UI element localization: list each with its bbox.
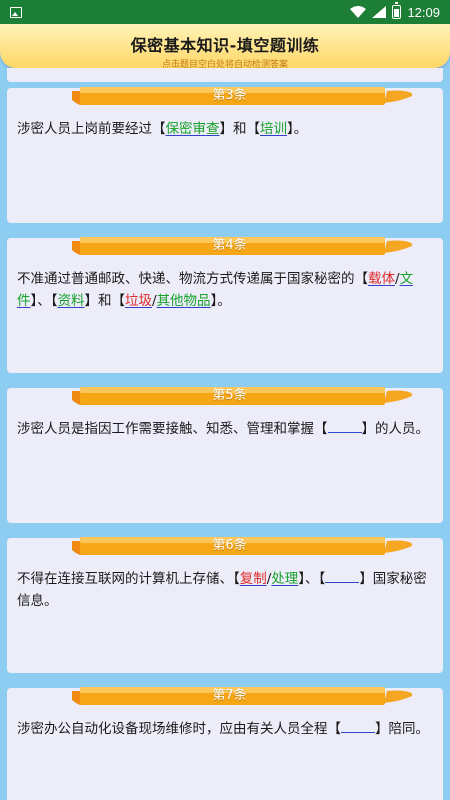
question-text: 不得在连接互联网的计算机上存储、【复制/处理】、【 】国家秘密信息。 bbox=[17, 568, 437, 612]
question-fragment: 】的人员。 bbox=[361, 421, 430, 437]
question-list[interactable]: 第3条 涉密人员上岗前要经过【保密审查】和【培训】。 第4条 不准通过普通邮政、快递、… bbox=[0, 68, 450, 800]
status-right: 12:09 bbox=[350, 2, 440, 20]
question-fragment: 】和【 bbox=[84, 293, 126, 309]
question-card[interactable]: 第4条不准通过普通邮政、快递、物流方式传递属于国家秘密的【载体/文件】、【资料】… bbox=[7, 235, 443, 373]
page-title: 保密基本知识-填空题训练 bbox=[130, 36, 320, 55]
question-text: 涉密办公自动化设备现场维修时，应由有关人员全程【 】陪同。 bbox=[17, 718, 437, 740]
question-fragment: 不准通过普通邮政、快递、物流方式传递属于国家秘密的【 bbox=[17, 271, 368, 287]
question-text: 涉密人员是指因工作需要接触、知悉、管理和掌握【 】的人员。 bbox=[17, 418, 437, 440]
status-bar: 12:09 bbox=[0, 0, 450, 24]
previous-card-partial bbox=[7, 68, 443, 82]
app-header: 保密基本知识-填空题训练 点击题目空白处将自动检测答案 bbox=[0, 24, 450, 70]
question-fragment: 不得在连接互联网的计算机上存储、【 bbox=[17, 571, 240, 587]
question-card[interactable]: 第5条涉密人员是指因工作需要接触、知悉、管理和掌握【 】的人员。 bbox=[7, 385, 443, 523]
wifi-icon bbox=[350, 6, 367, 18]
question-fragment: 涉密办公自动化设备现场维修时，应由有关人员全程【 bbox=[17, 721, 341, 737]
status-time: 12:09 bbox=[407, 4, 440, 20]
answer-blank[interactable] bbox=[327, 419, 362, 433]
answer-text[interactable]: 保密审查 bbox=[166, 121, 220, 137]
question-fragment: 涉密人员是指因工作需要接触、知悉、管理和掌握【 bbox=[17, 421, 328, 437]
question-text: 涉密人员上岗前要经过【保密审查】和【培训】。 bbox=[17, 118, 437, 140]
question-number: 第7条 bbox=[212, 688, 247, 703]
question-ribbon: 第4条 bbox=[72, 235, 412, 257]
question-fragment: 】陪同。 bbox=[375, 721, 429, 737]
answer-text[interactable]: 复制 bbox=[240, 571, 267, 587]
answer-text[interactable]: 处理 bbox=[271, 571, 298, 587]
answer-text[interactable]: 载体 bbox=[368, 271, 395, 287]
question-fragment: 】、【 bbox=[30, 293, 58, 309]
signal-icon bbox=[372, 6, 387, 18]
question-ribbon: 第5条 bbox=[72, 385, 412, 407]
question-number: 第4条 bbox=[212, 238, 247, 253]
answer-text[interactable]: 垃圾 bbox=[125, 293, 152, 309]
question-fragment: 】。 bbox=[287, 121, 308, 137]
answer-text[interactable]: 资料 bbox=[58, 293, 85, 309]
question-fragment: 】和【 bbox=[219, 121, 261, 137]
question-ribbon: 第6条 bbox=[72, 535, 412, 557]
question-fragment: 】。 bbox=[210, 293, 231, 309]
question-number: 第6条 bbox=[212, 538, 247, 553]
question-card[interactable]: 第3条涉密人员上岗前要经过【保密审查】和【培训】。 bbox=[7, 85, 443, 223]
question-ribbon: 第3条 bbox=[72, 85, 412, 107]
answer-text[interactable]: 其他物品 bbox=[157, 293, 211, 309]
question-fragment: 涉密人员上岗前要经过【 bbox=[17, 121, 166, 137]
answer-blank[interactable] bbox=[325, 569, 360, 583]
question-ribbon: 第7条 bbox=[72, 685, 412, 707]
status-left bbox=[10, 6, 22, 18]
answer-text[interactable]: 培训 bbox=[260, 121, 287, 137]
gallery-icon bbox=[10, 6, 22, 18]
question-card[interactable]: 第7条涉密办公自动化设备现场维修时，应由有关人员全程【 】陪同。 bbox=[7, 685, 443, 800]
answer-blank[interactable] bbox=[341, 719, 375, 733]
question-number: 第5条 bbox=[212, 388, 247, 403]
question-fragment: 】、【 bbox=[298, 571, 326, 587]
question-text: 不准通过普通邮政、快递、物流方式传递属于国家秘密的【载体/文件】、【资料】和【垃… bbox=[17, 268, 437, 312]
battery-icon bbox=[392, 2, 402, 19]
question-card[interactable]: 第6条不得在连接互联网的计算机上存储、【复制/处理】、【 】国家秘密信息。 bbox=[7, 535, 443, 673]
question-number: 第3条 bbox=[212, 88, 247, 103]
